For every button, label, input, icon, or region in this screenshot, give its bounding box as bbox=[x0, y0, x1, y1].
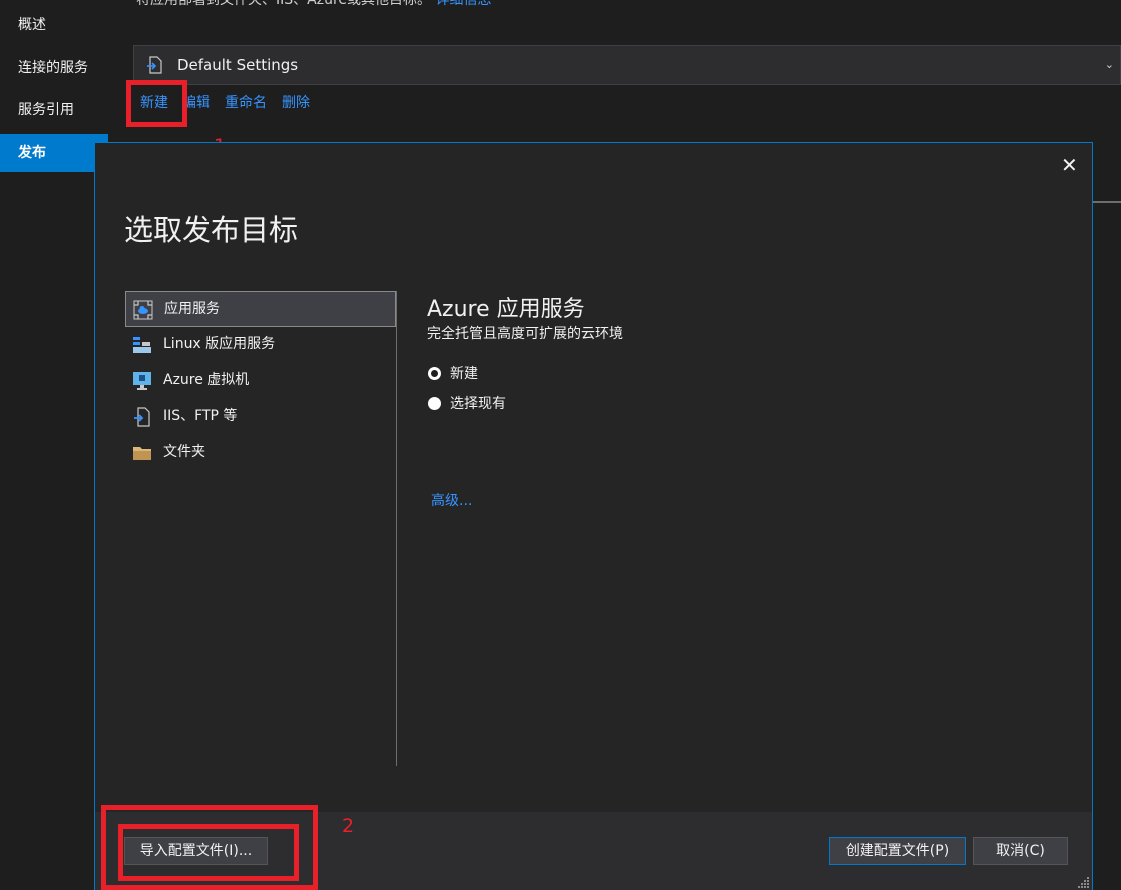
cancel-button[interactable]: 取消(C) bbox=[973, 837, 1068, 865]
description-text: 将应用部署到文件夹、IIS、Azure或其他目标。 bbox=[136, 0, 432, 8]
publish-profile-icon bbox=[147, 56, 162, 74]
radio-label: 新建 bbox=[450, 366, 478, 382]
nav-item-publish[interactable]: 发布 bbox=[0, 134, 108, 172]
create-profile-button[interactable]: 创建配置文件(P) bbox=[829, 837, 966, 865]
background-divider bbox=[1093, 201, 1121, 203]
profile-select[interactable]: Default Settings ⌄ bbox=[133, 45, 1121, 85]
nav-item-connected-services[interactable]: 连接的服务 bbox=[0, 49, 108, 87]
target-azure-vm[interactable]: Azure 虚拟机 bbox=[125, 363, 396, 399]
target-label: Linux 版应用服务 bbox=[163, 336, 276, 352]
target-label: Azure 虚拟机 bbox=[163, 372, 250, 388]
target-folder[interactable]: 文件夹 bbox=[125, 435, 396, 471]
publish-target-list: 应用服务 Linux 版应用服务 Azure 虚拟机 IIS、FTP 等 文件夹 bbox=[125, 291, 398, 766]
radio-unchecked-icon bbox=[428, 397, 441, 410]
chevron-down-icon: ⌄ bbox=[1104, 58, 1114, 71]
target-detail-title: Azure 应用服务 bbox=[427, 297, 585, 322]
folder-icon bbox=[133, 447, 151, 460]
target-label: 应用服务 bbox=[164, 301, 220, 317]
radio-select-existing[interactable]: 选择现有 bbox=[428, 394, 648, 414]
annotation-box-2-inner bbox=[118, 824, 299, 881]
list-divider bbox=[396, 291, 397, 766]
left-nav: 概述 连接的服务 服务引用 发布 bbox=[0, 0, 108, 890]
resize-grip-icon[interactable] bbox=[1078, 876, 1090, 888]
publish-page: 概述 连接的服务 服务引用 发布 将应用部署到文件夹、IIS、Azure或其他目… bbox=[0, 0, 1121, 890]
target-linux-app-service[interactable]: Linux 版应用服务 bbox=[125, 327, 396, 363]
dialog-title: 选取发布目标 bbox=[124, 213, 299, 247]
annotation-number-2: 2 bbox=[342, 815, 355, 837]
pick-publish-target-dialog: ✕ 选取发布目标 应用服务 Linux 版应用服务 Azure 虚拟机 IIS、… bbox=[94, 142, 1093, 890]
target-label: 文件夹 bbox=[163, 444, 205, 460]
profile-select-value: Default Settings bbox=[177, 56, 299, 74]
iis-ftp-icon bbox=[134, 407, 150, 427]
close-icon[interactable]: ✕ bbox=[1061, 153, 1078, 177]
virtual-machine-icon bbox=[133, 372, 151, 390]
rename-profile-link[interactable]: 重命名 bbox=[225, 92, 267, 112]
nav-item-service-references[interactable]: 服务引用 bbox=[0, 91, 108, 129]
details-link[interactable]: 详细信息 bbox=[435, 0, 491, 8]
nav-item-overview[interactable]: 概述 bbox=[0, 6, 108, 44]
advanced-link[interactable]: 高级... bbox=[431, 490, 472, 510]
target-iis-ftp[interactable]: IIS、FTP 等 bbox=[125, 399, 396, 435]
delete-profile-link[interactable]: 删除 bbox=[282, 92, 310, 112]
app-service-icon bbox=[133, 300, 153, 320]
radio-create-new[interactable]: 新建 bbox=[428, 364, 648, 384]
publish-description: 将应用部署到文件夹、IIS、Azure或其他目标。 详细信息 bbox=[136, 0, 491, 18]
target-label: IIS、FTP 等 bbox=[163, 408, 238, 424]
target-app-service[interactable]: 应用服务 bbox=[125, 291, 396, 327]
radio-checked-icon bbox=[428, 367, 441, 380]
target-detail-subtitle: 完全托管且高度可扩展的云环境 bbox=[427, 326, 623, 342]
linux-app-service-icon bbox=[133, 337, 151, 353]
annotation-box-1 bbox=[126, 80, 187, 127]
radio-label: 选择现有 bbox=[450, 396, 506, 412]
